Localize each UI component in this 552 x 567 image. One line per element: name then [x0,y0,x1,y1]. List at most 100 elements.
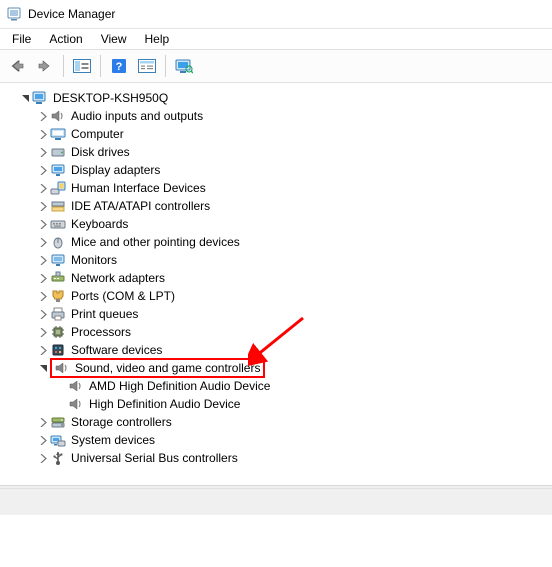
tree-item-label: Processors [70,323,132,341]
tree-item[interactable]: IDE ATA/ATAPI controllers [6,197,552,215]
chevron-right-icon[interactable] [36,184,50,193]
chevron-down-icon[interactable] [18,94,32,103]
tree-item-label: Print queues [70,305,139,323]
chevron-right-icon[interactable] [36,328,50,337]
tree-root[interactable]: DESKTOP-KSH950Q [6,89,552,107]
menu-file[interactable]: File [4,31,39,47]
tree-item-label: IDE ATA/ATAPI controllers [70,197,211,215]
tree-item-label: Disk drives [70,143,131,161]
window-title: Device Manager [28,7,115,21]
tree-item-label: Storage controllers [70,413,173,431]
tree-item-label: Monitors [70,251,118,269]
tree-item[interactable]: Mice and other pointing devices [6,233,552,251]
processor-icon [50,324,66,340]
tree-item-label: Network adapters [70,269,166,287]
tree-item-label: Sound, video and game controllers [74,359,261,377]
mouse-icon [50,234,66,250]
tree-item-label: Universal Serial Bus controllers [70,449,239,467]
tree-item[interactable]: Sound, video and game controllers [6,359,552,377]
keyboard-icon [50,216,66,232]
toolbar-separator [165,55,166,77]
tree-item[interactable]: Print queues [6,305,552,323]
scan-hardware-button[interactable] [171,53,197,79]
tree-item[interactable]: ·High Definition Audio Device [6,395,552,413]
tree-item[interactable]: Audio inputs and outputs [6,107,552,125]
forward-button[interactable] [32,53,58,79]
menu-help[interactable]: Help [137,31,178,47]
monitor-icon [50,252,66,268]
tree-item-label: Display adapters [70,161,161,179]
svg-text:?: ? [116,61,123,73]
statusbar [0,488,552,515]
ports-icon [50,288,66,304]
chevron-right-icon[interactable] [36,418,50,427]
tree-item-label: Human Interface Devices [70,179,207,197]
chevron-down-icon[interactable] [36,364,50,373]
network-icon [50,270,66,286]
tree-item[interactable]: System devices [6,431,552,449]
tree-item[interactable]: Network adapters [6,269,552,287]
disk-icon [50,144,66,160]
menu-view[interactable]: View [93,31,135,47]
tree-item[interactable]: Universal Serial Bus controllers [6,449,552,467]
display-icon [50,162,66,178]
speaker-icon [54,360,70,376]
chevron-right-icon[interactable] [36,166,50,175]
printer-icon [50,306,66,322]
chevron-right-icon[interactable] [36,148,50,157]
titlebar: Device Manager [0,0,552,29]
tree-item[interactable]: Processors [6,323,552,341]
tree-item-label: System devices [70,431,156,449]
computer-icon [32,90,48,106]
tree-item[interactable]: Computer [6,125,552,143]
storage-icon [50,414,66,430]
properties-button[interactable] [134,53,160,79]
tree-item-label: High Definition Audio Device [88,395,241,413]
chevron-right-icon[interactable] [36,130,50,139]
tree-item[interactable]: ·AMD High Definition Audio Device [6,377,552,395]
chevron-right-icon[interactable] [36,238,50,247]
speaker-icon [68,396,84,412]
tree-item[interactable]: Keyboards [6,215,552,233]
usb-icon [50,450,66,466]
chevron-right-icon[interactable] [36,274,50,283]
tree-item-label: Software devices [70,341,163,359]
help-button[interactable]: ? [106,53,132,79]
tree-item-label: Mice and other pointing devices [70,233,241,251]
chevron-right-icon[interactable] [36,202,50,211]
tree-item[interactable]: Disk drives [6,143,552,161]
chevron-right-icon[interactable] [36,256,50,265]
menubar: File Action View Help [0,29,552,49]
tree-item[interactable]: Ports (COM & LPT) [6,287,552,305]
system-icon [50,432,66,448]
chevron-right-icon[interactable] [36,292,50,301]
tree-item-label: AMD High Definition Audio Device [88,377,271,395]
highlighted-item: Sound, video and game controllers [50,358,265,378]
app-icon [6,6,22,22]
device-tree[interactable]: DESKTOP-KSH950QAudio inputs and outputsC… [0,83,552,485]
ide-icon [50,198,66,214]
tree-item-label: Audio inputs and outputs [70,107,204,125]
tree-item[interactable]: Software devices [6,341,552,359]
show-hide-console-tree-button[interactable] [69,53,95,79]
toolbar-separator [63,55,64,77]
chevron-right-icon[interactable] [36,346,50,355]
chevron-right-icon[interactable] [36,220,50,229]
speaker-icon [68,378,84,394]
chevron-right-icon[interactable] [36,310,50,319]
tree-item[interactable]: Human Interface Devices [6,179,552,197]
chevron-right-icon[interactable] [36,454,50,463]
tree-item[interactable]: Display adapters [6,161,552,179]
menu-action[interactable]: Action [41,31,90,47]
toolbar: ? [0,49,552,83]
tree-item[interactable]: Monitors [6,251,552,269]
chevron-right-icon[interactable] [36,436,50,445]
chevron-right-icon[interactable] [36,112,50,121]
toolbar-separator [100,55,101,77]
hid-icon [50,180,66,196]
speaker-icon [50,108,66,124]
back-button[interactable] [4,53,30,79]
tree-item[interactable]: Storage controllers [6,413,552,431]
tree-item-label: Computer [70,125,125,143]
software-icon [50,342,66,358]
